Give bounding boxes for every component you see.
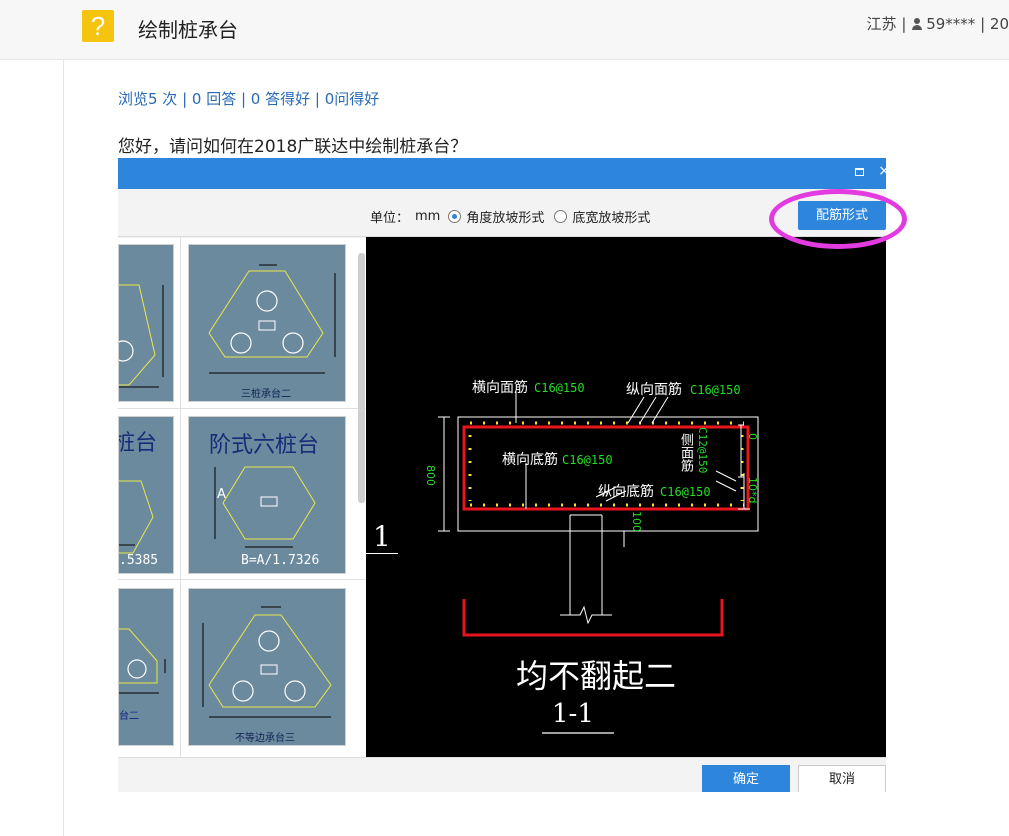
thumb-caption: 三桩承台二 (241, 389, 291, 400)
value-side-bar: C12@150 (696, 427, 709, 474)
thumb-caption: 台二 (119, 711, 139, 722)
cap-type-gallery: 三桩承台二 桩台 .5385 阶式六桩台 A B=A/1.7326 (118, 238, 366, 758)
ok-button[interactable]: 确定 (702, 765, 790, 792)
value-top-longitudinal: C16@150 (690, 383, 741, 397)
dim-zero: 0 (746, 433, 759, 440)
question-screenshot[interactable]: × 单位： mm 角度放坡形式 底宽放坡形式 配筋形式 三桩承台二 台 .538… (118, 158, 886, 792)
section-mark-underline (366, 553, 398, 554)
content-border (63, 60, 64, 836)
label-top-longitudinal: 纵向面筋 (626, 382, 682, 398)
option-width-slope-label[interactable]: 底宽放坡形式 (572, 207, 650, 226)
thumb-formula: .5385 (119, 553, 159, 568)
page-title: 绘制桩承台 (138, 18, 238, 42)
user-link[interactable]: 59**** (926, 15, 975, 33)
unit-options: 单位： mm 角度放坡形式 底宽放坡形式 (370, 207, 660, 226)
close-icon[interactable]: × (878, 163, 886, 179)
cap-thumb-stepped-six-pile[interactable]: 阶式六桩台 A B=A/1.7326 (188, 416, 346, 574)
dim-anchor: 10*d (746, 477, 759, 504)
label-side-bar: 侧面筋 (678, 433, 693, 472)
unit-value: mm (415, 209, 441, 224)
cap-thumb-partial-2[interactable]: 桩台 .5385 (118, 416, 174, 574)
value-top-transverse: C16@150 (534, 381, 585, 395)
value-bottom-transverse: C16@150 (562, 453, 613, 467)
dialog-titlebar: × (118, 158, 886, 189)
thumb-side-label: A (217, 487, 226, 502)
thumb-caption: 不等边承台三 (235, 733, 295, 744)
dim-cover: 100 (630, 511, 643, 532)
cap-thumb-partial-3[interactable]: 台二 (118, 588, 174, 746)
location-text: 江苏 (866, 15, 897, 33)
meta-extra: 20 (989, 15, 1009, 33)
label-bottom-transverse: 横向底筋 (502, 452, 558, 468)
cancel-button[interactable]: 取消 (798, 765, 886, 792)
gallery-scrollbar[interactable] (358, 253, 365, 503)
section-caption-code: 1-1 (552, 699, 594, 729)
section-mark: 1 (373, 520, 391, 553)
unit-label: 单位： (370, 211, 410, 226)
cap-thumb-partial-1[interactable] (118, 244, 174, 402)
highlight-ring-annotation (769, 189, 907, 249)
value-bottom-longitudinal: C16@150 (660, 485, 711, 499)
label-top-transverse: 横向面筋 (472, 380, 528, 396)
question-header: ? 绘制桩承台 江苏 | 59**** | 20 (0, 0, 1009, 60)
gallery-divider (118, 579, 366, 580)
radio-width-slope[interactable] (554, 210, 568, 223)
question-stats: 浏览5 次 | 0 回答 | 0 答得好 | 0问得好 (118, 90, 380, 108)
question-mark-icon: ? (82, 10, 114, 42)
meta-separator: | (901, 15, 907, 33)
cad-preview: 横向面筋 C16@150 纵向面筋 C16@150 横向底筋 C16@150 纵… (366, 237, 886, 757)
user-meta: 江苏 | 59**** | 20 (867, 13, 1009, 34)
radio-angle-slope[interactable] (448, 210, 462, 223)
question-body: 您好，请问如何在2018广联达中绘制桩承台？ (118, 137, 468, 157)
option-angle-slope-label[interactable]: 角度放坡形式 (466, 207, 544, 226)
maximize-icon[interactable] (855, 168, 864, 176)
meta-separator: | (980, 15, 986, 33)
section-caption-main: 均不翻起二 (516, 657, 677, 695)
gallery-divider (180, 238, 181, 758)
cap-thumb-unequal-three[interactable]: 不等边承台三 (188, 588, 346, 746)
label-bottom-longitudinal: 纵向底筋 (598, 484, 654, 500)
gallery-divider (118, 408, 366, 409)
cap-thumb-three-pile-2[interactable]: 三桩承台二 (188, 244, 346, 402)
thumb-formula: B=A/1.7326 (241, 553, 320, 568)
user-icon (911, 18, 923, 30)
dim-height: 800 (424, 465, 437, 486)
